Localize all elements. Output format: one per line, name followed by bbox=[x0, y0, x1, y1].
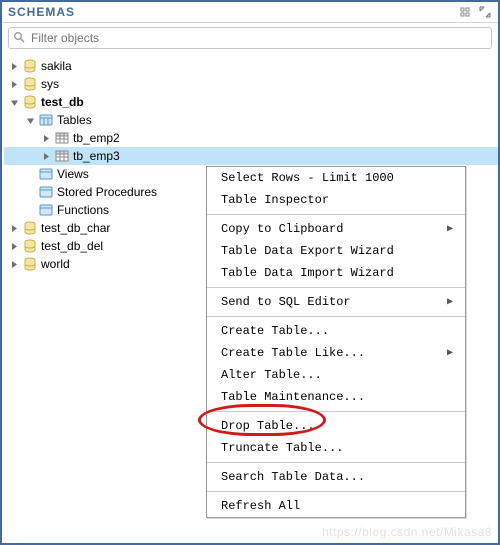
tree-item-test-db[interactable]: test_db bbox=[4, 93, 498, 111]
filter-objects-field[interactable] bbox=[8, 27, 492, 49]
tree-label: sakila bbox=[41, 59, 72, 73]
tree-item-tables[interactable]: Tables bbox=[4, 111, 498, 129]
panel-expand-icon[interactable] bbox=[478, 5, 492, 19]
tree-label: test_db bbox=[41, 95, 84, 109]
database-icon bbox=[22, 59, 38, 73]
menu-separator bbox=[207, 316, 465, 317]
panel-header-actions bbox=[458, 5, 492, 19]
tree-label: tb_emp3 bbox=[73, 149, 120, 163]
expanded-icon[interactable] bbox=[24, 114, 36, 126]
database-icon bbox=[22, 221, 38, 235]
table-icon bbox=[54, 131, 70, 145]
database-icon bbox=[22, 257, 38, 271]
menu-create-table[interactable]: Create Table... bbox=[207, 320, 465, 342]
panel-settings-icon[interactable] bbox=[458, 5, 472, 19]
submenu-arrow-icon: ▶ bbox=[447, 223, 453, 235]
panel-header: SCHEMAS bbox=[2, 2, 498, 23]
menu-refresh-all[interactable]: Refresh All bbox=[207, 495, 465, 517]
expanded-icon[interactable] bbox=[8, 96, 20, 108]
menu-copy-clipboard[interactable]: Copy to Clipboard▶ bbox=[207, 218, 465, 240]
tables-folder-icon bbox=[38, 113, 54, 127]
menu-send-sql[interactable]: Send to SQL Editor▶ bbox=[207, 291, 465, 313]
collapsed-icon[interactable] bbox=[8, 240, 20, 252]
views-folder-icon bbox=[38, 167, 54, 181]
menu-separator bbox=[207, 214, 465, 215]
schemas-panel: SCHEMAS sakila sys test_db bbox=[0, 0, 500, 545]
tree-label: tb_emp2 bbox=[73, 131, 120, 145]
collapsed-icon[interactable] bbox=[40, 150, 52, 162]
tree-item-tb-emp3[interactable]: tb_emp3 bbox=[4, 147, 498, 165]
menu-table-maintenance[interactable]: Table Maintenance... bbox=[207, 386, 465, 408]
functions-folder-icon bbox=[38, 203, 54, 217]
tree-label: world bbox=[41, 257, 70, 271]
watermark-text: https://blog.csdn.net/Mikasa8 bbox=[322, 525, 492, 539]
table-icon bbox=[54, 149, 70, 163]
database-icon bbox=[22, 239, 38, 253]
tree-label: test_db_char bbox=[41, 221, 110, 235]
menu-alter-table[interactable]: Alter Table... bbox=[207, 364, 465, 386]
menu-search-table-data[interactable]: Search Table Data... bbox=[207, 466, 465, 488]
collapsed-icon[interactable] bbox=[40, 132, 52, 144]
tree-item-sys[interactable]: sys bbox=[4, 75, 498, 93]
panel-title: SCHEMAS bbox=[8, 5, 75, 19]
menu-separator bbox=[207, 491, 465, 492]
menu-select-rows[interactable]: Select Rows - Limit 1000 bbox=[207, 167, 465, 189]
menu-separator bbox=[207, 462, 465, 463]
database-icon bbox=[22, 77, 38, 91]
tree-label: sys bbox=[41, 77, 59, 91]
stored-procedures-folder-icon bbox=[38, 185, 54, 199]
tree-label: Tables bbox=[57, 113, 92, 127]
menu-truncate-table[interactable]: Truncate Table... bbox=[207, 437, 465, 459]
search-icon bbox=[13, 31, 25, 46]
database-icon bbox=[22, 95, 38, 109]
collapsed-icon[interactable] bbox=[8, 222, 20, 234]
tree-label: Views bbox=[57, 167, 89, 181]
menu-export-wizard[interactable]: Table Data Export Wizard bbox=[207, 240, 465, 262]
tree-item-tb-emp2[interactable]: tb_emp2 bbox=[4, 129, 498, 147]
collapsed-icon[interactable] bbox=[8, 78, 20, 90]
table-context-menu: Select Rows - Limit 1000 Table Inspector… bbox=[206, 166, 466, 518]
menu-separator bbox=[207, 287, 465, 288]
menu-separator bbox=[207, 411, 465, 412]
tree-item-sakila[interactable]: sakila bbox=[4, 57, 498, 75]
submenu-arrow-icon: ▶ bbox=[447, 296, 453, 308]
menu-import-wizard[interactable]: Table Data Import Wizard bbox=[207, 262, 465, 284]
menu-drop-table[interactable]: Drop Table... bbox=[207, 415, 465, 437]
tree-label: Functions bbox=[57, 203, 109, 217]
collapsed-icon[interactable] bbox=[8, 60, 20, 72]
collapsed-icon[interactable] bbox=[8, 258, 20, 270]
menu-table-inspector[interactable]: Table Inspector bbox=[207, 189, 465, 211]
submenu-arrow-icon: ▶ bbox=[447, 347, 453, 359]
filter-objects-input[interactable] bbox=[29, 30, 487, 46]
menu-create-table-like[interactable]: Create Table Like...▶ bbox=[207, 342, 465, 364]
tree-label: test_db_del bbox=[41, 239, 103, 253]
tree-label: Stored Procedures bbox=[57, 185, 157, 199]
